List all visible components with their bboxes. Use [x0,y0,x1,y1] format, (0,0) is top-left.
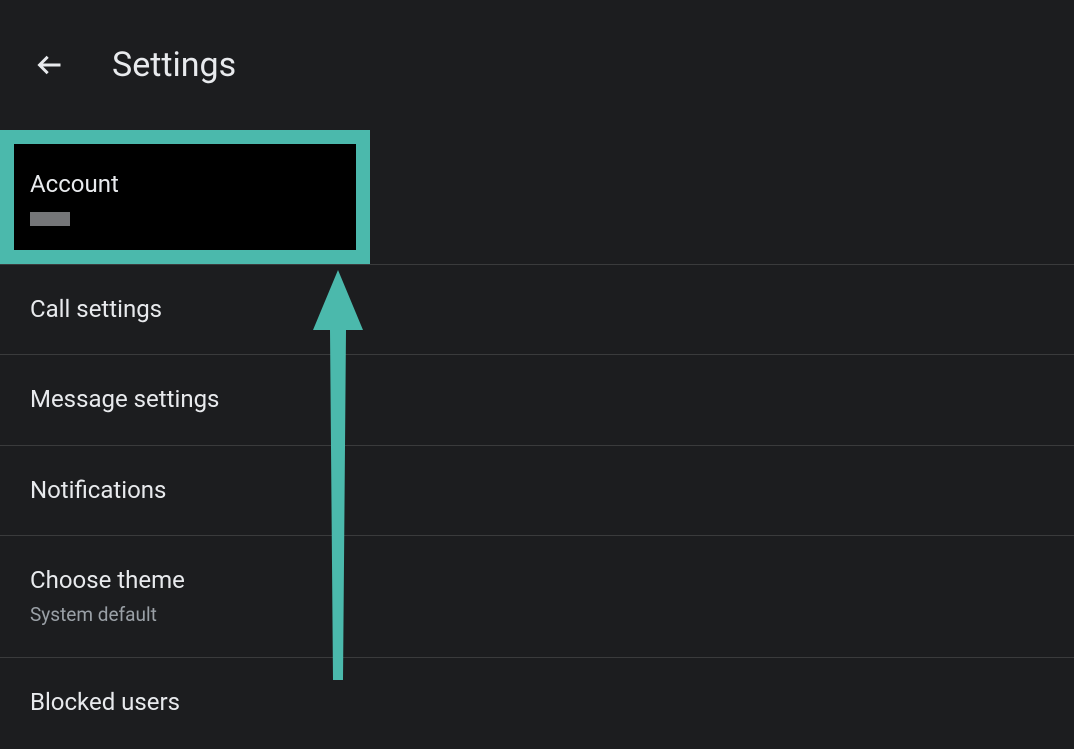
settings-item-subtitle: System default [30,602,1044,629]
settings-item-choose-theme[interactable]: Choose theme System default [0,536,1074,657]
settings-item-call-settings[interactable]: Call settings [0,265,1074,356]
settings-item-blocked-users[interactable]: Blocked users [0,658,1074,748]
settings-item-message-settings[interactable]: Message settings [0,355,1074,446]
settings-item-title: Message settings [30,383,1044,417]
highlight-box: Account [0,130,370,264]
page-title: Settings [112,45,236,85]
settings-item-title: Account [30,168,336,202]
header: Settings [0,0,1074,130]
settings-item-title: Choose theme [30,564,1044,598]
settings-item-title: Blocked users [30,686,1044,720]
settings-item-account[interactable]: Account [0,130,1074,265]
redacted-subtitle [30,212,70,226]
settings-item-title: Call settings [30,293,1044,327]
settings-item-notifications[interactable]: Notifications [0,446,1074,537]
back-arrow-icon[interactable] [36,51,64,79]
settings-item-title: Notifications [30,474,1044,508]
